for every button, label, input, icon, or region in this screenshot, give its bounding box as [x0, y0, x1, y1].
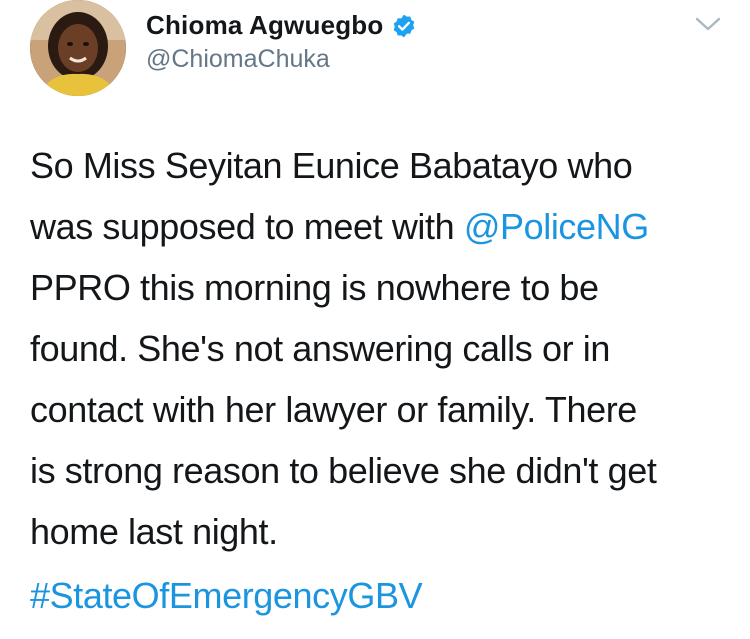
tweet-line-text: So Miss Seyitan Eunice Babatayo who [30, 145, 633, 186]
author-name-row: Chioma Agwuegbo [146, 10, 417, 41]
verified-badge-icon [391, 13, 417, 39]
tweet-line: So Miss Seyitan Eunice Babatayo who [30, 135, 720, 196]
tweet-line: was supposed to meet with @PoliceNG [30, 196, 720, 257]
avatar[interactable] [30, 0, 126, 96]
chevron-down-icon[interactable] [694, 14, 722, 34]
tweet-line: is strong reason to believe she didn't g… [30, 440, 720, 501]
tweet: Chioma Agwuegbo @ChiomaChuka So Miss Sey… [0, 0, 750, 639]
tweet-line-text: contact with her lawyer or family. There [30, 389, 637, 430]
tweet-line-text: found. She's not answering calls or in [30, 328, 611, 369]
tweet-line: found. She's not answering calls or in [30, 318, 720, 379]
tweet-line: PPRO this morning is nowhere to be [30, 257, 720, 318]
tweet-line: home last night. [30, 501, 720, 562]
hashtag-line: #StateOfEmergencyGBV [30, 565, 423, 626]
user-handle[interactable]: @ChiomaChuka [146, 45, 330, 74]
tweet-line-text: is strong reason to believe she didn't g… [30, 450, 657, 491]
avatar-image [30, 0, 126, 96]
tweet-text: So Miss Seyitan Eunice Babatayo who was … [30, 135, 720, 562]
display-name[interactable]: Chioma Agwuegbo [146, 10, 383, 41]
tweet-line: contact with her lawyer or family. There [30, 379, 720, 440]
hashtag-link[interactable]: #StateOfEmergencyGBV [30, 575, 423, 616]
tweet-line-text: was supposed to meet with [30, 206, 464, 247]
tweet-line-text: home last night. [30, 511, 278, 552]
mention-link[interactable]: @PoliceNG [464, 206, 649, 247]
tweet-line-text: PPRO this morning is nowhere to be [30, 267, 599, 308]
